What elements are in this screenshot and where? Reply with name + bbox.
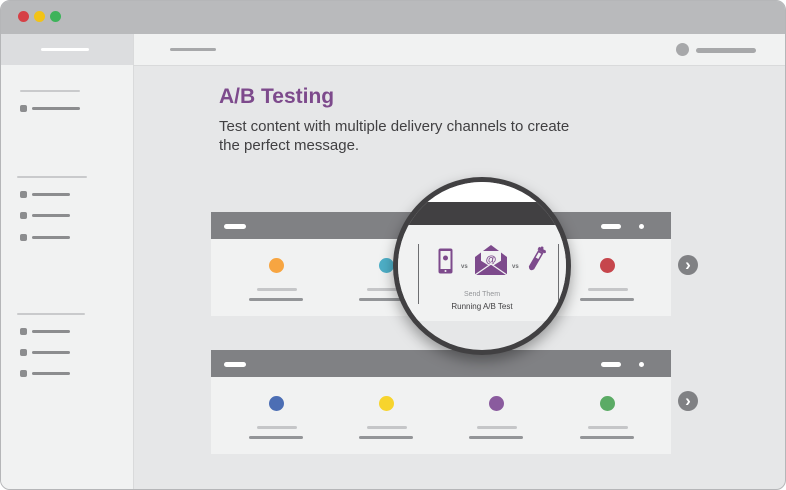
sidebar-group-header	[17, 176, 87, 178]
minimize-window-button[interactable]	[34, 11, 45, 22]
panel-column[interactable]	[221, 212, 331, 316]
sidebar-group-header	[17, 313, 85, 315]
column-title-placeholder	[257, 426, 297, 429]
page-title: A/B Testing	[219, 85, 335, 108]
mobile-icon	[438, 248, 453, 274]
status-circle	[269, 396, 284, 411]
sidebar-group-header	[20, 90, 80, 92]
chevron-right-icon: ›	[685, 255, 691, 274]
sidebar-item-label	[32, 107, 80, 110]
next-arrow-button[interactable]: ›	[678, 255, 698, 275]
page-subtitle: Test content with multiple delivery chan…	[219, 118, 570, 154]
column-subtitle-placeholder	[580, 436, 634, 439]
column-subtitle-placeholder	[359, 436, 413, 439]
status-circle	[379, 396, 394, 411]
column-subtitle-placeholder	[580, 298, 634, 301]
panel-column[interactable]	[441, 350, 551, 454]
column-subtitle-placeholder	[469, 436, 523, 439]
test-tube-icon	[528, 246, 546, 271]
column-title-placeholder	[588, 426, 628, 429]
sidebar-item-icon	[20, 328, 27, 335]
card-caption-small: Send Them	[463, 291, 501, 298]
sidebar-item-label	[32, 330, 70, 333]
column-subtitle-placeholder	[249, 436, 303, 439]
chevron-right-icon: ›	[685, 391, 691, 410]
status-circle	[269, 258, 284, 273]
sidebar-item-icon	[20, 105, 27, 112]
campaign-panel	[211, 350, 671, 454]
close-window-button[interactable]	[18, 11, 29, 22]
avatar[interactable]	[676, 43, 689, 56]
column-title-placeholder	[257, 288, 297, 291]
panel-column[interactable]	[552, 350, 662, 454]
status-circle	[489, 396, 504, 411]
column-title-placeholder	[477, 426, 517, 429]
panel-column[interactable]	[331, 350, 441, 454]
user-name-placeholder[interactable]	[696, 48, 756, 53]
magnified-view: vs @ vs Send Them Running A/B Test	[398, 182, 566, 350]
sidebar-item-label	[32, 193, 70, 196]
card-caption: Running A/B Test	[451, 302, 513, 311]
sidebar-header-placeholder	[41, 48, 89, 51]
column-title-placeholder	[588, 288, 628, 291]
top-bar	[134, 34, 785, 66]
maximize-window-button[interactable]	[50, 11, 61, 22]
sidebar-item-label	[32, 214, 70, 217]
page-title-placeholder	[170, 48, 216, 51]
sidebar-item-label	[32, 372, 70, 375]
title-bar	[1, 1, 785, 34]
lens-header-band	[398, 202, 566, 225]
panel-column[interactable]	[221, 350, 331, 454]
status-circle	[600, 396, 615, 411]
sidebar-item-label	[32, 236, 70, 239]
column-title-placeholder	[367, 426, 407, 429]
vs-label: vs	[461, 264, 468, 270]
email-icon: @	[475, 245, 507, 275]
sidebar-header	[1, 34, 133, 65]
sidebar-item-label	[32, 351, 70, 354]
sidebar-item-icon	[20, 212, 27, 219]
status-circle	[600, 258, 615, 273]
vs-label: vs	[512, 264, 519, 270]
next-arrow-button[interactable]: ›	[678, 391, 698, 411]
lens-top-area	[398, 182, 566, 202]
sidebar	[1, 34, 134, 489]
sidebar-item-icon	[20, 370, 27, 377]
magnifier-lens: vs @ vs Send Them Running A/B Test	[393, 177, 571, 355]
sidebar-item-icon	[20, 234, 27, 241]
status-circle	[379, 258, 394, 273]
column-subtitle-placeholder	[249, 298, 303, 301]
sidebar-item-icon	[20, 349, 27, 356]
sidebar-item-icon	[20, 191, 27, 198]
